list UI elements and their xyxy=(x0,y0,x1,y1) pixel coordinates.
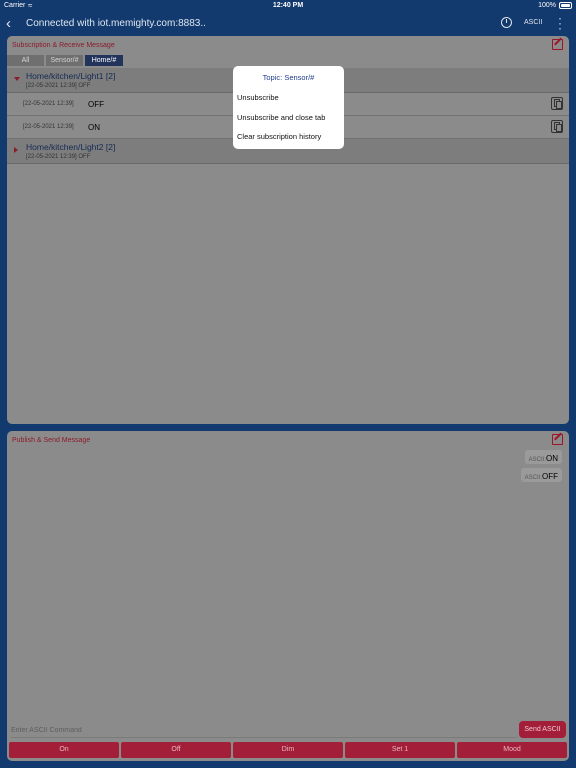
battery-percentage: 100% xyxy=(538,2,556,9)
quick-button-set1[interactable]: Set 1 xyxy=(345,742,455,758)
nav-bar: ‹ Connected with iot.memighty.com:8883..… xyxy=(0,12,576,36)
quick-command-bar: On Off Dim Set 1 Mood xyxy=(9,742,567,758)
message-timestamp: [22-05-2021 12:39] xyxy=(23,101,74,107)
quick-button-off[interactable]: Off xyxy=(121,742,231,758)
quick-button-on[interactable]: On xyxy=(9,742,119,758)
copy-icon[interactable] xyxy=(551,97,563,110)
message-timestamp: [22-05-2021 12:39] xyxy=(23,124,74,130)
tab-home[interactable]: Home/# xyxy=(85,55,123,66)
topic-last-message: [22-05-2021 12:39] OFF xyxy=(26,83,91,89)
topic-title: Home/kitchen/Light1 [2] xyxy=(26,71,116,81)
menu-item-unsubscribe[interactable]: Unsubscribe xyxy=(237,93,279,102)
sent-message-bubble[interactable]: ASCII:ON xyxy=(524,450,562,464)
encoding-toggle[interactable]: ASCII xyxy=(524,19,542,26)
send-button[interactable]: Send ASCII xyxy=(519,721,566,738)
message-value: ON xyxy=(88,123,100,132)
popup-title: Topic: Sensor/# xyxy=(262,73,315,82)
expanded-arrow-icon xyxy=(14,77,20,81)
publish-panel: Publish & Send Message ASCII:ON ASCII:OF… xyxy=(7,431,569,761)
command-input[interactable] xyxy=(11,723,517,738)
quick-button-mood[interactable]: Mood xyxy=(457,742,567,758)
sent-message-value: OFF xyxy=(542,472,558,481)
topic-title: Home/kitchen/Light2 [2] xyxy=(26,142,116,152)
publish-title: Publish & Send Message xyxy=(12,437,91,444)
copy-icon[interactable] xyxy=(551,120,563,133)
tab-sensor[interactable]: Sensor/# xyxy=(46,55,83,66)
sent-message-encoding: ASCII: xyxy=(528,457,546,463)
clock: 12:40 PM xyxy=(272,2,304,9)
edit-publish-icon[interactable] xyxy=(552,434,563,445)
topic-last-message: [22-05-2021 12:39] OFF xyxy=(26,154,91,160)
status-bar: Carrier ≈ 12:40 PM 100% xyxy=(0,0,576,12)
menu-item-clear-history[interactable]: Clear subscription history xyxy=(237,132,321,141)
more-vertical-icon[interactable]: · · · xyxy=(557,12,563,34)
subscription-title: Subscription & Receive Message xyxy=(12,42,115,49)
connection-title: Connected with iot.memighty.com:8883.. xyxy=(26,18,206,29)
sent-message-value: ON xyxy=(546,454,558,463)
topic-context-menu: Topic: Sensor/# Unsubscribe Unsubscribe … xyxy=(233,66,344,149)
quick-button-dim[interactable]: Dim xyxy=(233,742,343,758)
menu-item-unsubscribe-close-tab[interactable]: Unsubscribe and close tab xyxy=(237,113,325,122)
message-value: OFF xyxy=(88,100,104,109)
sent-message-encoding: ASCII: xyxy=(524,475,542,481)
tab-all[interactable]: All xyxy=(7,55,44,66)
battery-icon xyxy=(559,2,572,9)
timer-icon[interactable] xyxy=(501,17,512,28)
sent-message-bubble[interactable]: ASCII:OFF xyxy=(520,468,562,482)
back-chevron-icon[interactable]: ‹ xyxy=(6,15,11,32)
collapsed-arrow-icon xyxy=(14,147,18,153)
edit-subscription-icon[interactable] xyxy=(552,39,563,50)
